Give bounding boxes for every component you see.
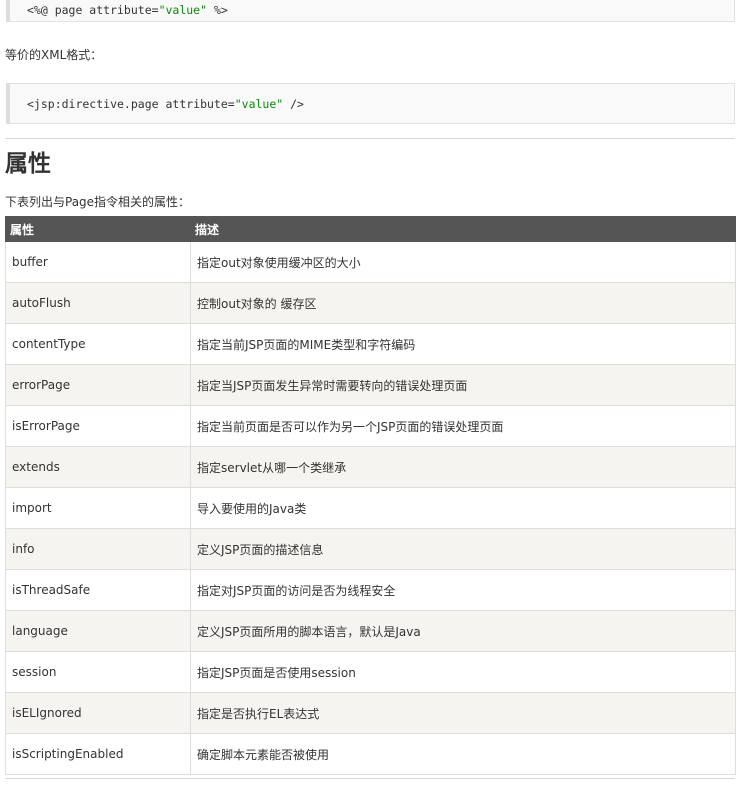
attribute-description: 导入要使用的Java类 bbox=[190, 487, 736, 529]
table-row: autoFlush 控制out对象的 缓存区 bbox=[5, 282, 736, 324]
section-title: 属性 bbox=[5, 151, 51, 177]
code-string: "value" bbox=[158, 3, 208, 17]
attribute-name: info bbox=[5, 528, 191, 570]
attributes-table: 属性 描述 buffer 指定out对象使用缓冲区的大小 autoFlush 控制o… bbox=[5, 216, 736, 775]
table-row: isELIgnored 指定是否执行EL表达式 bbox=[5, 692, 736, 734]
code-text: <%@ page attribute= bbox=[27, 3, 159, 17]
code-string: "value" bbox=[234, 97, 284, 111]
table-row: language 定义JSP页面所用的脚本语言，默认是Java bbox=[5, 610, 736, 652]
attribute-name: language bbox=[5, 610, 191, 652]
table-row: isScriptingEnabled 确定脚本元素能否被使用 bbox=[5, 733, 736, 775]
code-text: /> bbox=[283, 97, 304, 111]
table-row: isErrorPage 指定当前页面是否可以作为另一个JSP页面的错误处理页面 bbox=[5, 405, 736, 447]
section-description: 下表列出与Page指令相关的属性： bbox=[5, 195, 191, 209]
attribute-description: 指定servlet从哪一个类继承 bbox=[190, 446, 736, 488]
attribute-description: 确定脚本元素能否被使用 bbox=[190, 733, 736, 775]
attribute-description: 定义JSP页面的描述信息 bbox=[190, 528, 736, 570]
code-block-xml-directive: <jsp:directive.page attribute="value" /> bbox=[6, 83, 735, 124]
attribute-name: isThreadSafe bbox=[5, 569, 191, 611]
code-block-page-directive: <%@ page attribute="value" %> bbox=[6, 0, 735, 22]
attribute-description: 指定当前JSP页面的MIME类型和字符编码 bbox=[190, 323, 736, 365]
bottom-divider bbox=[5, 778, 735, 779]
attribute-description: 指定out对象使用缓冲区的大小 bbox=[190, 241, 736, 283]
table-row: isThreadSafe 指定对JSP页面的访问是否为线程安全 bbox=[5, 569, 736, 611]
table-row: extends 指定servlet从哪一个类继承 bbox=[5, 446, 736, 488]
table-row: session 指定JSP页面是否使用session bbox=[5, 651, 736, 693]
code-text: <jsp:directive.page attribute= bbox=[27, 97, 235, 111]
attribute-description: 定义JSP页面所用的脚本语言，默认是Java bbox=[190, 610, 736, 652]
attribute-name: autoFlush bbox=[5, 282, 191, 324]
table-row: contentType 指定当前JSP页面的MIME类型和字符编码 bbox=[5, 323, 736, 365]
attribute-name: extends bbox=[5, 446, 191, 488]
attribute-name: session bbox=[5, 651, 191, 693]
attribute-description: 指定对JSP页面的访问是否为线程安全 bbox=[190, 569, 736, 611]
attribute-name: import bbox=[5, 487, 191, 529]
table-row: buffer 指定out对象使用缓冲区的大小 bbox=[5, 241, 736, 283]
attribute-name: buffer bbox=[5, 241, 191, 283]
table-header-row: 属性 描述 bbox=[5, 216, 736, 242]
attribute-name: isScriptingEnabled bbox=[5, 733, 191, 775]
code-text: %> bbox=[207, 3, 228, 17]
table-row: info 定义JSP页面的描述信息 bbox=[5, 528, 736, 570]
table-row: import 导入要使用的Java类 bbox=[5, 487, 736, 529]
attribute-name: isELIgnored bbox=[5, 692, 191, 734]
attribute-name: isErrorPage bbox=[5, 405, 191, 447]
header-description: 描述 bbox=[190, 216, 736, 242]
attribute-description: 控制out对象的 缓存区 bbox=[190, 282, 736, 324]
attribute-name: contentType bbox=[5, 323, 191, 365]
attribute-description: 指定是否执行EL表达式 bbox=[190, 692, 736, 734]
table-row: errorPage 指定当JSP页面发生异常时需要转向的错误处理页面 bbox=[5, 364, 736, 406]
attribute-description: 指定JSP页面是否使用session bbox=[190, 651, 736, 693]
attribute-description: 指定当前页面是否可以作为另一个JSP页面的错误处理页面 bbox=[190, 405, 736, 447]
xml-format-intro: 等价的XML格式： bbox=[5, 48, 103, 62]
attribute-description: 指定当JSP页面发生异常时需要转向的错误处理页面 bbox=[190, 364, 736, 406]
attribute-name: errorPage bbox=[5, 364, 191, 406]
header-attribute: 属性 bbox=[5, 216, 191, 242]
section-divider bbox=[5, 138, 735, 139]
